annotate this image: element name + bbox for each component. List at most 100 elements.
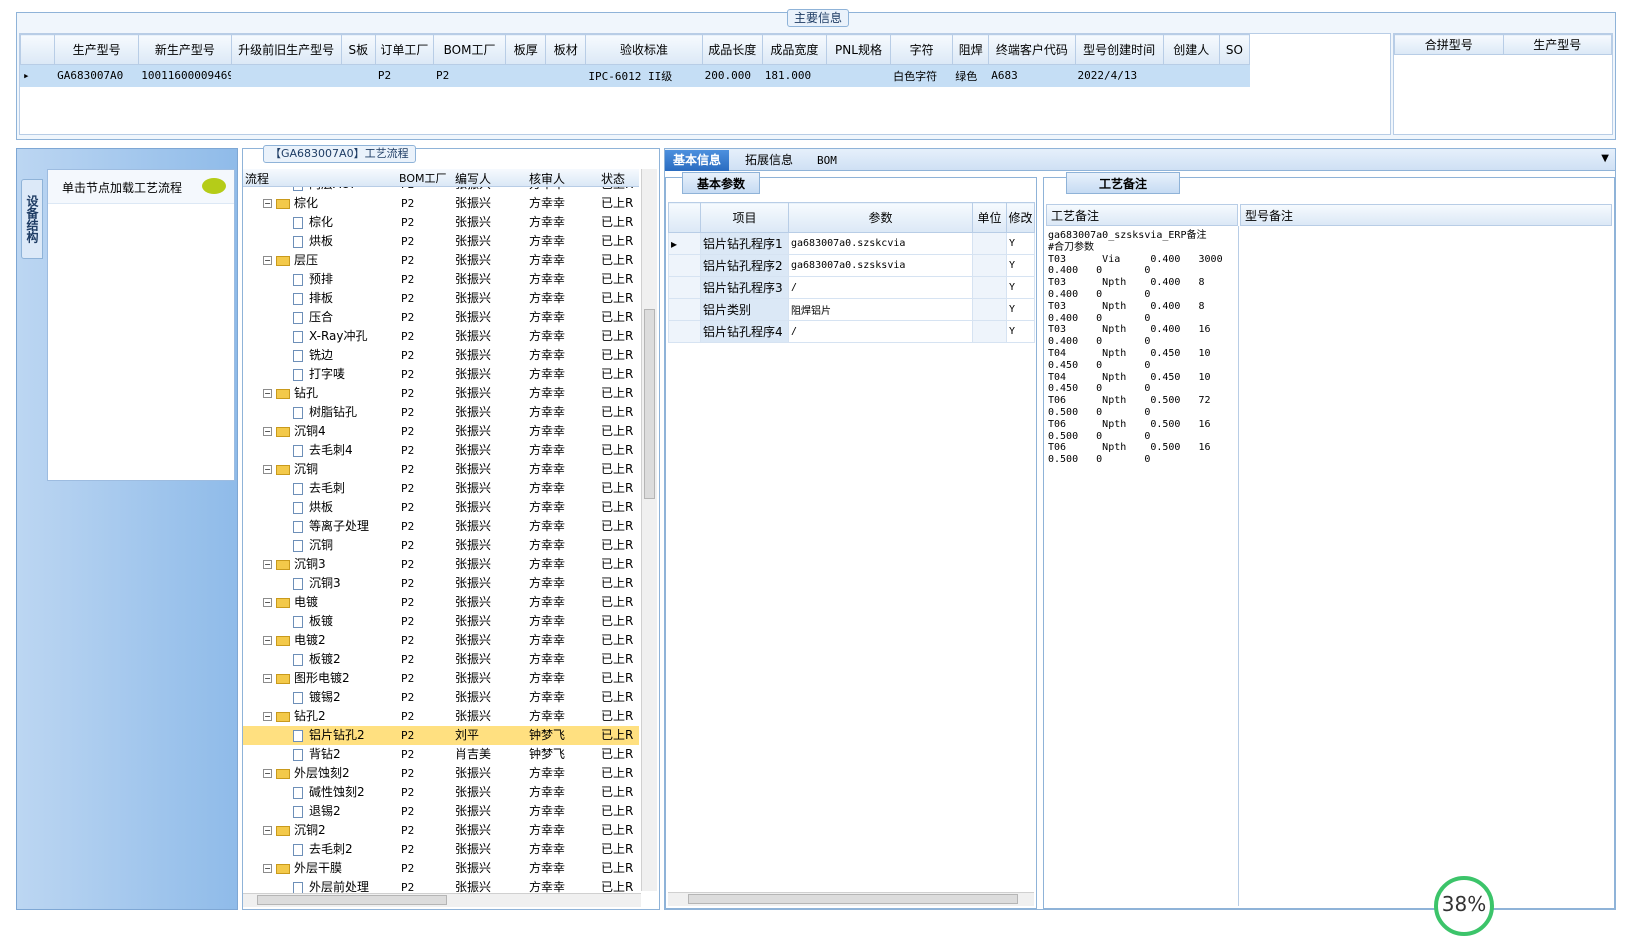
tree-row[interactable]: − 沉铜4 P2 张振兴 方幸幸 已上R: [243, 422, 639, 441]
main-cell[interactable]: [505, 64, 547, 87]
tree-row[interactable]: 树脂钻孔 P2 张振兴 方幸幸 已上R: [243, 403, 639, 422]
param-unit-cell[interactable]: [972, 276, 1007, 299]
param-modify-cell[interactable]: Y: [1006, 232, 1035, 255]
tree-row[interactable]: 压合 P2 张振兴 方幸幸 已上R: [243, 308, 639, 327]
main-cell[interactable]: 2022/4/13: [1074, 64, 1164, 87]
param-col-header[interactable]: 修改: [1006, 202, 1035, 233]
main-cell[interactable]: 绿色: [952, 64, 990, 87]
tree-row[interactable]: 排板 P2 张振兴 方幸幸 已上R: [243, 289, 639, 308]
tree-row[interactable]: 碱性蚀刻2 P2 张振兴 方幸幸 已上R: [243, 783, 639, 802]
tree-row[interactable]: 去毛刺 P2 张振兴 方幸幸 已上R: [243, 479, 639, 498]
param-item-cell[interactable]: 铝片钻孔程序3: [700, 276, 789, 299]
tree-row[interactable]: 板镀2 P2 张振兴 方幸幸 已上R: [243, 650, 639, 669]
main-col-header[interactable]: 型号创建时间: [1074, 34, 1164, 65]
main-col-header[interactable]: PNL规格: [825, 34, 892, 65]
tree-row[interactable]: 去毛刺4 P2 张振兴 方幸幸 已上R: [243, 441, 639, 460]
main-cell[interactable]: 白色字符: [890, 64, 954, 87]
tree-row[interactable]: − 沉铜2 P2 张振兴 方幸幸 已上R: [243, 821, 639, 840]
tree-row[interactable]: 等离子处理 P2 张振兴 方幸幸 已上R: [243, 517, 639, 536]
param-modify-cell[interactable]: Y: [1006, 254, 1035, 277]
tree-row[interactable]: − 沉铜 P2 张振兴 方幸幸 已上R: [243, 460, 639, 479]
collapse-icon[interactable]: −: [263, 826, 272, 835]
main-col-header[interactable]: BOM工厂: [432, 34, 507, 65]
basic-params-tab[interactable]: 基本参数: [682, 172, 761, 194]
tree-row[interactable]: 背钻2 P2 肖吉美 钟梦飞 已上R: [243, 745, 639, 764]
main-info-grid[interactable]: 生产型号 新生产型号 升级前旧生产型号 S板 订单工厂 BOM工厂 板厚 板材 验收标准 成品长度…: [19, 33, 1391, 135]
param-unit-cell[interactable]: [972, 298, 1007, 321]
process-tree[interactable]: 流程 BOM工厂 编写人 核审人 状态 内层AOIP2张振兴方幸幸已上R−棕化P…: [243, 169, 657, 899]
main-cell[interactable]: 181.000: [761, 64, 827, 87]
process-tree-body[interactable]: 内层AOIP2张振兴方幸幸已上R−棕化P2张振兴方幸幸已上R棕化P2张振兴方幸幸…: [243, 187, 639, 899]
main-col-header[interactable]: 板厚: [505, 34, 547, 65]
tree-row[interactable]: − 棕化 P2 张振兴 方幸幸 已上R: [243, 194, 639, 213]
param-col-header[interactable]: 项目: [700, 202, 789, 233]
tree-row[interactable]: − 电镀2 P2 张振兴 方幸幸 已上R: [243, 631, 639, 650]
tree-row[interactable]: 烘板 P2 张振兴 方幸幸 已上R: [243, 232, 639, 251]
nav-item[interactable]: 单击节点加载工艺流程: [48, 170, 234, 204]
main-col-header[interactable]: 字符: [890, 34, 954, 65]
process-note-text[interactable]: ga683007a0_szsksvia_ERP备注 #合刀参数 T03 Via …: [1048, 230, 1238, 466]
param-item-cell[interactable]: 铝片钻孔程序1: [700, 232, 789, 255]
tab-basic-info[interactable]: 基本信息: [665, 150, 730, 171]
main-col-header[interactable]: 成品长度: [701, 34, 763, 65]
param-row[interactable]: 铝片钻孔程序3/ Y: [668, 276, 1035, 299]
main-cell[interactable]: [230, 64, 342, 87]
param-row[interactable]: 铝片类别 阻焊铝片 Y: [668, 298, 1035, 321]
collapse-icon[interactable]: −: [263, 465, 272, 474]
tree-row[interactable]: 沉铜3 P2 张振兴 方幸幸 已上R: [243, 574, 639, 593]
notes-tab[interactable]: 工艺备注: [1066, 172, 1181, 194]
collapse-icon[interactable]: −: [263, 389, 272, 398]
param-value-cell[interactable]: ga683007a0.szskcvia: [788, 232, 973, 255]
param-item-cell[interactable]: 铝片钻孔程序4: [700, 320, 789, 343]
merge-model-grid[interactable]: 合拼型号 生产型号: [1393, 33, 1613, 135]
main-info-selected-row[interactable]: ▸ GA683007A0 10011600009469 P2 P2 IPC-6012 I…: [19, 64, 1251, 87]
main-col-header[interactable]: 成品宽度: [761, 34, 827, 65]
tree-row[interactable]: 棕化 P2 张振兴 方幸幸 已上R: [243, 213, 639, 232]
tree-row[interactable]: 预排 P2 张振兴 方幸幸 已上R: [243, 270, 639, 289]
collapse-icon[interactable]: −: [263, 674, 272, 683]
collapse-icon[interactable]: −: [263, 256, 272, 265]
param-unit-cell[interactable]: [972, 232, 1007, 255]
tab-bom[interactable]: BOM: [809, 150, 845, 171]
param-modify-cell[interactable]: Y: [1006, 276, 1035, 299]
param-item-cell[interactable]: 铝片钻孔程序2: [700, 254, 789, 277]
main-col-header[interactable]: 验收标准: [585, 34, 703, 65]
tree-row[interactable]: − 钻孔 P2 张振兴 方幸幸 已上R: [243, 384, 639, 403]
param-value-cell[interactable]: 阻焊铝片: [788, 298, 973, 321]
main-col-header[interactable]: 订单工厂: [374, 34, 434, 65]
collapse-icon[interactable]: −: [263, 636, 272, 645]
tree-row[interactable]: 烘板 P2 张振兴 方幸幸 已上R: [243, 498, 639, 517]
main-cell[interactable]: A683: [988, 64, 1076, 87]
tree-row[interactable]: 铣边 P2 张振兴 方幸幸 已上R: [243, 346, 639, 365]
process-tree-hscroll[interactable]: [243, 893, 641, 907]
param-modify-cell[interactable]: Y: [1006, 320, 1035, 343]
collapse-icon[interactable]: −: [263, 864, 272, 873]
tree-row[interactable]: − 外层蚀刻2 P2 张振兴 方幸幸 已上R: [243, 764, 639, 783]
tab-extended-info[interactable]: 拓展信息: [737, 150, 801, 171]
collapse-icon[interactable]: −: [263, 560, 272, 569]
main-cell[interactable]: [1218, 64, 1251, 87]
chevron-down-icon[interactable]: ▼: [1601, 153, 1609, 164]
tree-row[interactable]: − 电镀 P2 张振兴 方幸幸 已上R: [243, 593, 639, 612]
param-row[interactable]: 铝片钻孔程序4/ Y: [668, 320, 1035, 343]
scroll-thumb[interactable]: [257, 895, 447, 905]
main-cell[interactable]: [1162, 64, 1220, 87]
basic-params-table[interactable]: 项目 参数 单位 修改 ▸ 铝片钻孔程序1 ga683007a0.szskcvia Y 铝片钻…: [668, 202, 1035, 343]
main-cell[interactable]: 10011600009469: [138, 64, 232, 87]
device-structure-tab[interactable]: 设备结构: [21, 179, 43, 259]
main-col-header[interactable]: 阻焊: [952, 34, 990, 65]
main-cell[interactable]: GA683007A0: [54, 64, 140, 87]
tree-row[interactable]: 去毛刺2 P2 张振兴 方幸幸 已上R: [243, 840, 639, 859]
collapse-icon[interactable]: −: [263, 427, 272, 436]
tree-row[interactable]: − 钻孔2 P2 张振兴 方幸幸 已上R: [243, 707, 639, 726]
main-col-header[interactable]: 新生产型号: [138, 34, 232, 65]
tree-row[interactable]: − 层压 P2 张振兴 方幸幸 已上R: [243, 251, 639, 270]
process-tree-vscroll[interactable]: [641, 169, 657, 891]
tree-row[interactable]: − 沉铜3 P2 张振兴 方幸幸 已上R: [243, 555, 639, 574]
main-cell[interactable]: 200.000: [701, 64, 763, 87]
tree-row[interactable]: 退锡2 P2 张振兴 方幸幸 已上R: [243, 802, 639, 821]
param-row[interactable]: ▸ 铝片钻孔程序1 ga683007a0.szskcvia Y: [668, 232, 1035, 255]
param-col-header[interactable]: 参数: [788, 202, 973, 233]
tree-row[interactable]: 沉铜 P2 张振兴 方幸幸 已上R: [243, 536, 639, 555]
params-hscroll[interactable]: [668, 892, 1034, 906]
